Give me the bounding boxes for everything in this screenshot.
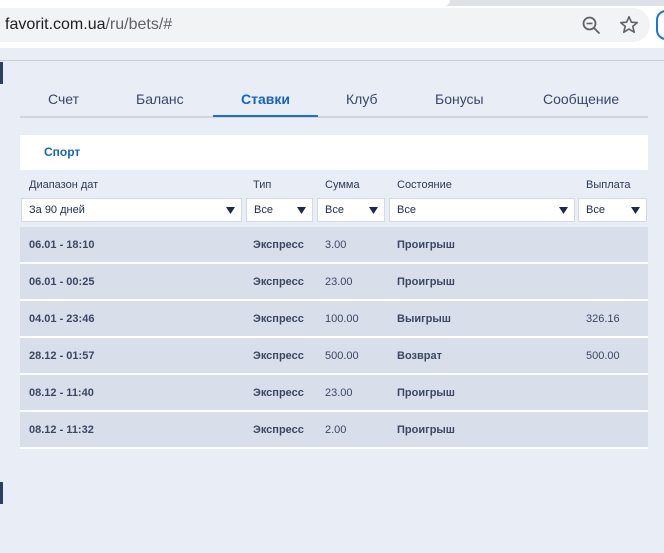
bet-date: 08.12 - 11:40 bbox=[29, 387, 94, 399]
bet-state: Проигрыш bbox=[397, 424, 455, 436]
bet-type: Экспресс bbox=[253, 424, 304, 436]
sport-link[interactable]: Спорт bbox=[44, 145, 80, 159]
bet-type: Экспресс bbox=[253, 276, 304, 288]
bet-state: Выигрыш bbox=[397, 313, 451, 325]
payout-select[interactable]: Все bbox=[578, 198, 647, 222]
header-divider bbox=[0, 60, 664, 61]
sport-section-header: Спорт bbox=[20, 135, 648, 170]
filter-label-date-range: Диапазон дат bbox=[29, 179, 99, 191]
bet-state: Проигрыш bbox=[397, 276, 455, 288]
address-bar[interactable]: favorit.com.ua/ru/bets/# bbox=[0, 8, 650, 42]
bet-state: Проигрыш bbox=[397, 239, 455, 251]
profile-button[interactable] bbox=[656, 10, 664, 40]
page-content: Счет Баланс Ставки Клуб Бонусы Сообщение… bbox=[0, 48, 664, 553]
table-row[interactable]: 08.12 - 11:32 Экспресс 2.00 Проигрыш bbox=[20, 412, 648, 449]
table-row[interactable]: 28.12 - 01:57 Экспресс 500.00 Возврат 50… bbox=[20, 338, 648, 375]
side-panel-edge-lower bbox=[0, 482, 3, 504]
dropdown-caret-icon bbox=[297, 207, 306, 214]
state-value: Все bbox=[397, 204, 416, 216]
bet-date: 04.01 - 23:46 bbox=[29, 313, 95, 325]
sum-value: Все bbox=[325, 204, 344, 216]
bet-sum: 23.00 bbox=[325, 276, 353, 288]
bet-date: 08.12 - 11:32 bbox=[29, 424, 94, 436]
tab-messages[interactable]: Сообщение bbox=[543, 91, 619, 107]
filter-label-payout: Выплата bbox=[586, 179, 631, 191]
browser-active-tab-edge bbox=[0, 0, 450, 6]
date-range-select[interactable]: За 90 дней bbox=[21, 198, 242, 222]
account-tabs: Счет Баланс Ставки Клуб Бонусы Сообщение bbox=[20, 88, 648, 118]
bet-payout: 500.00 bbox=[586, 350, 620, 362]
bet-type: Экспресс bbox=[253, 350, 304, 362]
bet-sum: 23.00 bbox=[325, 387, 353, 399]
filter-label-sum: Сумма bbox=[325, 179, 360, 191]
url-host: favorit.com.ua bbox=[5, 16, 106, 33]
bet-sum: 500.00 bbox=[325, 350, 359, 362]
tab-balance[interactable]: Баланс bbox=[136, 91, 184, 107]
bet-sum: 2.00 bbox=[325, 424, 347, 436]
table-row[interactable]: 08.12 - 11:40 Экспресс 23.00 Проигрыш bbox=[20, 375, 648, 412]
dropdown-caret-icon bbox=[226, 207, 235, 214]
dropdown-caret-icon bbox=[631, 207, 640, 214]
filter-label-type: Тип bbox=[253, 179, 272, 191]
table-row[interactable]: 06.01 - 00:25 Экспресс 23.00 Проигрыш bbox=[20, 264, 648, 301]
bet-type: Экспресс bbox=[253, 239, 304, 251]
bet-date: 06.01 - 00:25 bbox=[29, 276, 95, 288]
bet-type: Экспресс bbox=[253, 313, 304, 325]
bet-payout: 326.16 bbox=[586, 313, 620, 325]
type-value: Все bbox=[254, 204, 273, 216]
side-panel-edge bbox=[0, 62, 3, 84]
bookmark-star-icon[interactable] bbox=[619, 15, 639, 35]
tab-bonuses[interactable]: Бонусы bbox=[435, 91, 484, 107]
sum-select[interactable]: Все bbox=[317, 198, 385, 222]
filter-label-state: Состояние bbox=[397, 179, 452, 191]
bet-sum: 100.00 bbox=[325, 313, 359, 325]
table-row[interactable]: 06.01 - 18:10 Экспресс 3.00 Проигрыш bbox=[20, 227, 648, 264]
dropdown-caret-icon bbox=[369, 207, 378, 214]
zoom-out-icon[interactable] bbox=[581, 15, 601, 35]
url-path: /ru/bets/# bbox=[105, 16, 173, 33]
payout-value: Все bbox=[586, 204, 605, 216]
bet-type: Экспресс bbox=[253, 387, 304, 399]
table-row[interactable]: 04.01 - 23:46 Экспресс 100.00 Выигрыш 32… bbox=[20, 301, 648, 338]
bets-table: 06.01 - 18:10 Экспресс 3.00 Проигрыш 06.… bbox=[20, 227, 648, 449]
browser-toolbar: favorit.com.ua/ru/bets/# bbox=[0, 0, 664, 48]
bet-state: Проигрыш bbox=[397, 387, 455, 399]
date-range-value: За 90 дней bbox=[29, 204, 85, 216]
type-select[interactable]: Все bbox=[246, 198, 313, 222]
bet-sum: 3.00 bbox=[325, 239, 347, 251]
bet-date: 28.12 - 01:57 bbox=[29, 350, 95, 362]
tab-club[interactable]: Клуб bbox=[346, 91, 378, 107]
dropdown-caret-icon bbox=[559, 207, 568, 214]
active-tab-indicator bbox=[213, 115, 318, 117]
bet-state: Возврат bbox=[397, 350, 442, 362]
tab-account[interactable]: Счет bbox=[48, 91, 79, 107]
state-select[interactable]: Все bbox=[389, 198, 575, 222]
address-url[interactable]: favorit.com.ua/ru/bets/# bbox=[5, 16, 172, 34]
tab-bets[interactable]: Ставки bbox=[241, 91, 290, 107]
bet-date: 06.01 - 18:10 bbox=[29, 239, 95, 251]
